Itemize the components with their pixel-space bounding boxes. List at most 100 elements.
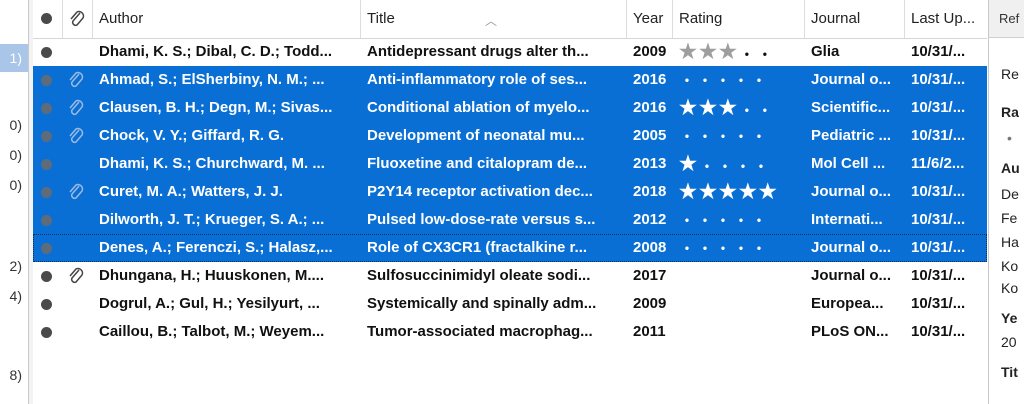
star-filled-icon[interactable]: ★ — [679, 153, 699, 175]
year-cell: 2011 — [633, 323, 666, 340]
group-count[interactable]: 0) — [0, 177, 22, 193]
rating-cell[interactable]: • • • • • — [673, 122, 805, 150]
star-empty-icon[interactable]: • — [679, 234, 697, 262]
attachment-column-header[interactable] — [63, 0, 93, 38]
star-filled-icon[interactable]: ★ — [719, 181, 739, 203]
star-filled-icon[interactable]: ★ — [699, 97, 719, 119]
star-filled-icon[interactable]: ★ — [699, 41, 719, 63]
paperclip-icon[interactable] — [67, 70, 85, 90]
star-empty-icon[interactable]: • — [751, 206, 769, 234]
table-row[interactable]: Ahmad, S.; ElSherbiny, N. M.; ... Anti-in… — [33, 66, 987, 94]
star-filled-icon[interactable]: ★ — [759, 181, 779, 203]
star-empty-icon[interactable]: • — [733, 206, 751, 234]
title-cell: Antidepressant drugs alter th... — [367, 43, 589, 60]
table-row[interactable]: Caillou, B.; Talbot, M.; Weyem... Tumor-a… — [33, 318, 987, 346]
rating-cell[interactable] — [673, 262, 805, 290]
star-empty-icon[interactable]: • — [733, 66, 751, 94]
star-empty-icon[interactable]: • — [753, 152, 771, 178]
author-column-header[interactable]: Author — [93, 0, 361, 38]
star-empty-icon[interactable]: • — [751, 234, 769, 262]
rating-cell[interactable] — [673, 290, 805, 318]
journal-cell: Glia — [811, 43, 840, 60]
group-count[interactable]: 4) — [0, 288, 22, 304]
detail-heading: Ra — [1001, 104, 1019, 120]
paperclip-icon[interactable] — [67, 182, 85, 202]
star-empty-icon[interactable]: • — [715, 66, 733, 94]
read-status-dot-icon — [41, 271, 52, 282]
paperclip-icon[interactable] — [67, 126, 85, 146]
paperclip-icon[interactable] — [67, 266, 85, 286]
table-row[interactable]: Dogrul, A.; Gul, H.; Yesilyurt, ... Syste… — [33, 290, 987, 318]
star-empty-icon[interactable]: • — [757, 96, 775, 122]
group-count: 1) — [9, 50, 22, 66]
star-filled-icon[interactable]: ★ — [679, 41, 699, 63]
group-count[interactable]: 0) — [0, 117, 22, 133]
last-updated-column-header[interactable]: Last Up... — [905, 0, 987, 38]
group-count[interactable]: 8) — [0, 367, 22, 383]
star-empty-icon[interactable]: • — [679, 122, 697, 150]
table-row[interactable]: Denes, A.; Ferenczi, S.; Halasz,... Role … — [33, 234, 987, 262]
rating-column-header[interactable]: Rating — [673, 0, 805, 38]
group-count[interactable]: 0) — [0, 147, 22, 163]
star-empty-icon[interactable]: • — [733, 234, 751, 262]
rating-cell[interactable]: • • • • • — [673, 206, 805, 234]
star-empty-icon[interactable]: • — [715, 234, 733, 262]
rating-cell[interactable]: • • • • • — [673, 234, 805, 262]
rating-cell[interactable]: ★★★ • • — [673, 38, 805, 66]
star-empty-icon[interactable]: • — [739, 40, 757, 66]
star-empty-icon[interactable]: • — [697, 122, 715, 150]
table-row[interactable]: Dhungana, H.; Huuskonen, M.... Sulfosucci… — [33, 262, 987, 290]
star-empty-icon[interactable]: • — [697, 234, 715, 262]
table-row[interactable]: Clausen, B. H.; Degn, M.; Sivas... Condit… — [33, 94, 987, 122]
star-empty-icon[interactable]: • — [735, 152, 753, 178]
rating-cell[interactable]: ★ • • • • — [673, 150, 805, 178]
rating-cell[interactable] — [673, 318, 805, 346]
read-status-column-header[interactable] — [33, 0, 63, 38]
journal-cell: Journal o... — [811, 267, 892, 284]
star-empty-icon[interactable]: • — [697, 206, 715, 234]
selected-group-band[interactable]: 1) — [0, 44, 28, 72]
rating-cell[interactable]: ★★★★★ — [673, 178, 805, 206]
star-filled-icon[interactable]: ★ — [699, 181, 719, 203]
detail-text: Ha — [1001, 234, 1019, 250]
table-row[interactable]: Curet, M. A.; Watters, J. J. P2Y14 recept… — [33, 178, 987, 206]
star-empty-icon[interactable]: • — [679, 206, 697, 234]
star-empty-icon[interactable]: • — [739, 96, 757, 122]
reference-tab[interactable]: Ref — [989, 0, 1024, 38]
star-filled-icon[interactable]: ★ — [719, 41, 739, 63]
star-empty-icon[interactable]: • — [717, 152, 735, 178]
star-empty-icon[interactable]: • — [715, 122, 733, 150]
star-empty-icon[interactable]: • — [757, 40, 775, 66]
table-row[interactable]: Dhami, K. S.; Dibal, C. D.; Todd... Antid… — [33, 38, 987, 66]
last-updated-cell: 10/31/... — [911, 295, 966, 312]
year-column-header[interactable]: Year — [627, 0, 673, 38]
last-updated-cell: 10/31/... — [911, 43, 966, 60]
star-filled-icon[interactable]: ★ — [739, 181, 759, 203]
column-header-row: Author Title ︿ Year Rating Journal Last U… — [33, 0, 987, 39]
star-empty-icon[interactable]: • — [733, 122, 751, 150]
table-row[interactable]: Dhami, K. S.; Churchward, M. ... Fluoxeti… — [33, 150, 987, 178]
journal-cell: PLoS ON... — [811, 323, 889, 340]
table-row[interactable]: Dilworth, J. T.; Krueger, S. A.; ... Puls… — [33, 206, 987, 234]
read-status-dot-icon — [41, 75, 52, 86]
rating-cell[interactable]: • • • • • — [673, 66, 805, 94]
star-filled-icon[interactable]: ★ — [719, 97, 739, 119]
star-filled-icon[interactable]: ★ — [679, 97, 699, 119]
rating-cell[interactable]: ★★★ • • — [673, 94, 805, 122]
star-empty-icon[interactable]: • — [697, 66, 715, 94]
star-empty-icon[interactable]: • — [751, 122, 769, 150]
star-empty-icon[interactable]: • — [715, 206, 733, 234]
author-cell: Dhami, K. S.; Churchward, M. ... — [99, 155, 325, 172]
star-empty-icon[interactable]: • — [699, 152, 717, 178]
journal-column-header[interactable]: Journal — [805, 0, 905, 38]
author-cell: Dhungana, H.; Huuskonen, M.... — [99, 267, 324, 284]
paperclip-icon[interactable] — [67, 98, 85, 118]
star-empty-icon[interactable]: • — [679, 66, 697, 94]
read-status-dot-icon — [41, 47, 52, 58]
table-row[interactable]: Chock, V. Y.; Giffard, R. G. Development … — [33, 122, 987, 150]
title-column-header[interactable]: Title ︿ — [361, 0, 627, 38]
star-empty-icon[interactable]: • — [751, 66, 769, 94]
star-filled-icon[interactable]: ★ — [679, 181, 699, 203]
group-count[interactable]: 2) — [0, 258, 22, 274]
sort-ascending-icon: ︿ — [485, 14, 498, 28]
